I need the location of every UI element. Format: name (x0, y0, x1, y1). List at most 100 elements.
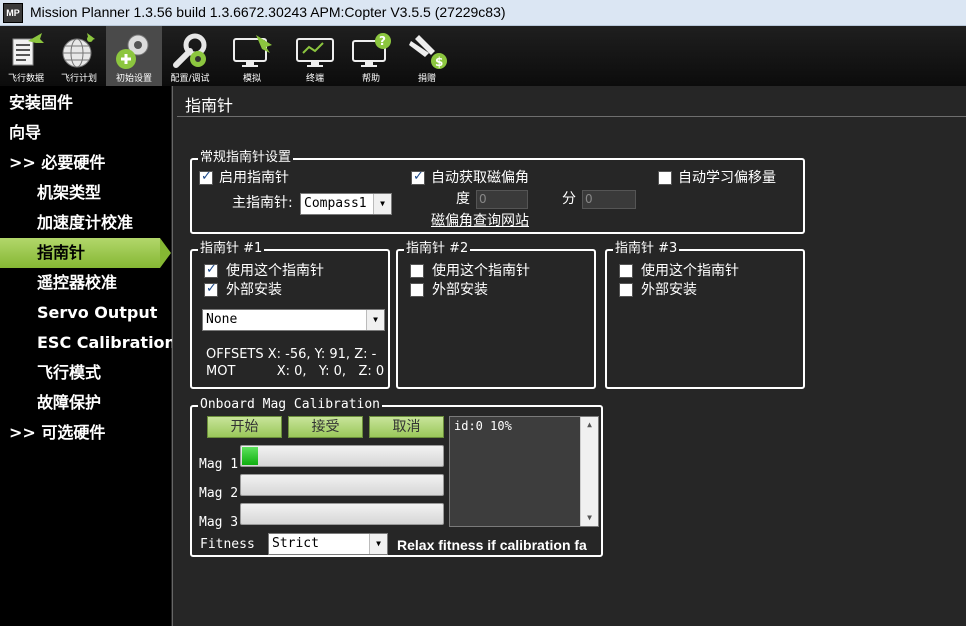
calibration-log-text: id:0 10% (454, 419, 512, 433)
auto-learn-offsets-label: 自动学习偏移量 (678, 170, 776, 186)
sidebar-item-frame-type[interactable]: 机架类型 (0, 178, 171, 208)
fitness-value: Strict (272, 536, 319, 551)
compass-1-use-label: 使用这个指南针 (226, 263, 324, 279)
cancel-calibration-button[interactable]: 取消 (369, 416, 444, 438)
toolbar-label: 配置/调试 (170, 74, 210, 84)
chevron-down-icon: ▼ (369, 534, 387, 554)
compass-1-orientation-value: None (206, 312, 238, 327)
start-calibration-button[interactable]: 开始 (207, 416, 282, 438)
toolbar-help[interactable]: ? 帮助 (344, 26, 398, 86)
sidebar-item-accel-calibration[interactable]: 加速度计校准 (0, 208, 171, 238)
page-title: 指南针 (185, 96, 234, 115)
fitness-select[interactable]: Strict ▼ (268, 533, 388, 555)
title-bar: MP Mission Planner 1.3.56 build 1.3.6672… (0, 0, 966, 26)
toolbar-donate[interactable]: $ 捐赠 (400, 26, 454, 86)
scroll-down-icon[interactable]: ▼ (581, 510, 598, 526)
sidebar-item-optional-hardware[interactable]: >> 可选硬件 (0, 418, 171, 448)
primary-compass-value: Compass1 (304, 196, 367, 211)
toolbar-label: 飞行数据 (7, 74, 44, 84)
declination-degrees-input[interactable]: 0 (476, 190, 528, 209)
log-scrollbar[interactable]: ▲ ▼ (580, 417, 598, 526)
compass-2-external-label: 外部安装 (432, 282, 488, 298)
mag-3-label: Mag 3 (199, 515, 239, 530)
donate-icon: $ (409, 35, 447, 69)
relax-fitness-note: Relax fitness if calibration fa (397, 537, 587, 553)
declination-minutes-input[interactable]: 0 (582, 190, 636, 209)
sidebar-item-failsafe[interactable]: 故障保护 (0, 388, 171, 418)
window-title: Mission Planner 1.3.56 build 1.3.6672.30… (30, 4, 506, 20)
enable-compass-label: 启用指南针 (219, 170, 289, 186)
toolbar-label: 终端 (305, 74, 324, 84)
compass-2-use-label: 使用这个指南针 (432, 263, 530, 279)
sidebar-item-compass[interactable]: 指南针 (0, 238, 171, 268)
group-title: 常规指南针设置 (198, 150, 294, 166)
config-tuning-icon (173, 33, 207, 68)
mag-1-progress-fill (242, 447, 258, 465)
toolbar-label: 飞行计划 (60, 74, 97, 84)
compass-1-offsets: OFFSETS X: -56, Y: 91, Z: - (206, 347, 377, 362)
terminal-icon (296, 38, 334, 67)
compass-1-external-checkbox[interactable] (204, 281, 218, 297)
general-compass-settings-group: 常规指南针设置 启用指南针 主指南针: Compass1 ▼ 自动获取磁偏角 度… (190, 150, 805, 234)
toolbar-label: 捐赠 (417, 74, 436, 84)
group-title: Onboard Mag Calibration (198, 397, 383, 413)
compass-1-orientation-select[interactable]: None ▼ (202, 309, 385, 331)
toolbar-label: 模拟 (242, 74, 261, 84)
simulation-icon (233, 35, 272, 67)
declination-link-text[interactable]: 磁偏角查询网站 (431, 213, 529, 229)
mag-1-progress-bar (240, 445, 444, 467)
compass-2-external-checkbox[interactable] (410, 283, 424, 297)
toolbar-label: 初始设置 (115, 74, 152, 84)
toolbar-config-tuning[interactable]: 配置/调试 (162, 26, 218, 86)
sidebar-item-mandatory-hardware[interactable]: >> 必要硬件 (0, 148, 171, 178)
compass-3-use-checkbox[interactable] (619, 264, 633, 278)
compass-1-mot: MOT X: 0, Y: 0, Z: 0 (206, 364, 385, 379)
sidebar-item-esc-calibration[interactable]: ESC Calibration (0, 328, 176, 358)
accept-calibration-button[interactable]: 接受 (288, 416, 363, 438)
mag-3-progress-bar (240, 503, 444, 525)
toolbar-terminal[interactable]: 终端 (288, 26, 342, 86)
compass-3-use-label: 使用这个指南针 (641, 263, 739, 279)
initial-setup-icon (116, 34, 149, 69)
title-divider (177, 116, 966, 117)
sidebar-item-wizard[interactable]: 向导 (0, 118, 171, 148)
sidebar-item-flight-modes[interactable]: 飞行模式 (0, 358, 171, 388)
auto-declination-label: 自动获取磁偏角 (431, 170, 529, 186)
calibration-log[interactable]: id:0 10% ▲ ▼ (449, 416, 599, 527)
group-title: 指南针 #2 (404, 241, 471, 257)
main-toolbar: 飞行数据 飞行计划 初始设置 配置/调试 模拟 终端 ? 帮助 $ 捐赠 (0, 26, 966, 86)
primary-compass-select[interactable]: Compass1 ▼ (300, 193, 392, 215)
compass-page: 指南针 常规指南针设置 启用指南针 主指南针: Compass1 ▼ 自动获取磁… (172, 86, 966, 626)
app-logo-icon: MP (3, 3, 23, 23)
sidebar-item-radio-calibration[interactable]: 遥控器校准 (0, 268, 171, 298)
compass-3-group: 指南针 #3 使用这个指南针 外部安装 (605, 241, 805, 389)
compass-3-external-checkbox[interactable] (619, 283, 633, 297)
help-icon: ? (352, 33, 391, 67)
auto-declination-checkbox[interactable] (411, 169, 425, 185)
sidebar-item-install-firmware[interactable]: 安装固件 (0, 88, 171, 118)
minutes-label: 分 (562, 191, 576, 207)
scroll-up-icon[interactable]: ▲ (581, 417, 598, 433)
chevron-down-icon: ▼ (366, 310, 384, 330)
enable-compass-checkbox[interactable] (199, 169, 213, 185)
svg-text:$: $ (435, 55, 443, 69)
chevron-down-icon: ▼ (373, 194, 391, 214)
toolbar-flight-plan[interactable]: 飞行计划 (52, 26, 106, 86)
toolbar-initial-setup[interactable]: 初始设置 (106, 26, 162, 86)
onboard-mag-calibration-group: Onboard Mag Calibration 开始 接受 取消 Mag 1 M… (190, 397, 603, 557)
auto-learn-offsets-checkbox[interactable] (658, 171, 672, 185)
mag-2-progress-bar (240, 474, 444, 496)
compass-2-use-checkbox[interactable] (410, 264, 424, 278)
sidebar-item-servo-output[interactable]: Servo Output (0, 298, 171, 328)
compass-1-use-checkbox[interactable] (204, 262, 218, 278)
declination-website-link[interactable]: 磁偏角查询网站 (431, 213, 529, 229)
flight-data-icon (12, 33, 44, 66)
group-title: 指南针 #3 (613, 241, 680, 257)
compass-1-external-label: 外部安装 (226, 282, 282, 298)
group-title: 指南针 #1 (198, 241, 265, 257)
toolbar-simulation[interactable]: 模拟 (220, 26, 284, 86)
degrees-label: 度 (456, 191, 470, 207)
mag-2-label: Mag 2 (199, 486, 239, 501)
compass-1-group: 指南针 #1 使用这个指南针 外部安装 None ▼ OFFSETS X: -5… (190, 241, 390, 389)
toolbar-flight-data[interactable]: 飞行数据 (0, 26, 52, 86)
